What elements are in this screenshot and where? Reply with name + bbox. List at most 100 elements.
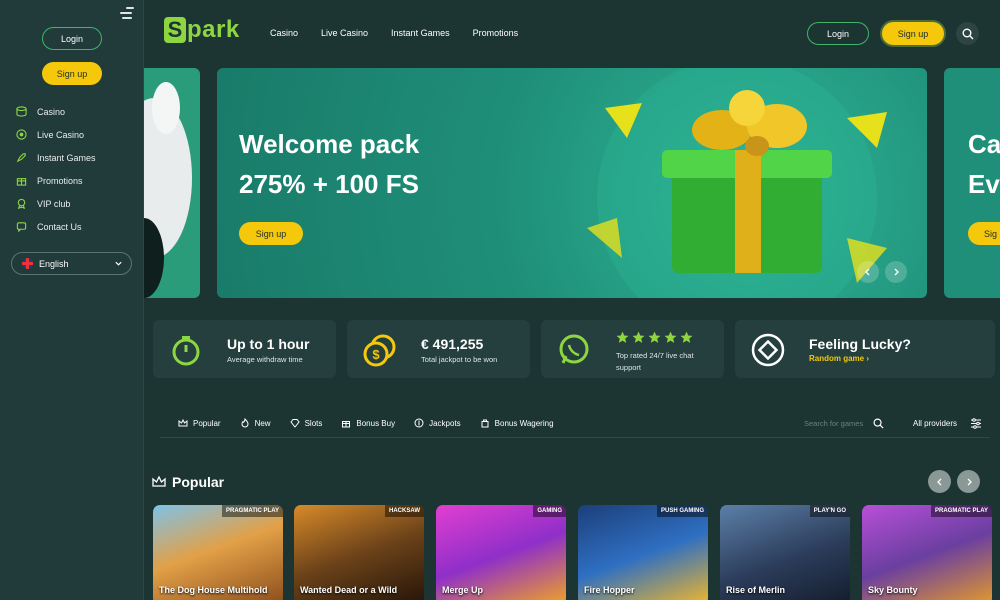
info-card-lucky[interactable]: Feeling Lucky? Random game › [735,320,995,378]
info-card-subtitle: Total jackpot to be won [421,355,498,364]
game-provider: PRAGMATIC PLAY [930,505,992,517]
popular-next-button[interactable] [957,470,980,493]
game-name: Rise of Merlin [726,585,786,595]
banner-prev-button[interactable] [857,261,879,283]
header-signup-button[interactable]: Sign up [880,20,946,47]
logo-mark: S [164,17,186,43]
tab-bonus-buy[interactable]: Bonus Buy [341,418,395,428]
language-select[interactable]: English [11,252,132,275]
info-card-subtitle: Average withdraw time [227,355,303,364]
crown-icon [152,476,166,487]
sidebar-item-label: Contact Us [37,221,82,232]
next-banner-title-line1: Ca [968,129,1000,159]
banner-signup-button[interactable]: Sign up [239,222,303,245]
tab-label: Slots [304,418,323,428]
sidebar-login-button[interactable]: Login [42,27,102,50]
section-title-label: Popular [172,474,225,490]
chevron-down-icon [115,261,122,266]
game-tile[interactable]: PLAY'N GO Rise of Merlin [720,505,850,600]
banner-title: Welcome pack 275% + 100 FS [239,124,419,204]
filter-divider [160,437,990,438]
header-search-button[interactable] [956,22,979,45]
star-icon [632,331,645,343]
sidebar-signup-button[interactable]: Sign up [42,62,102,85]
gift-icon [342,421,351,428]
banner-previous[interactable] [144,68,200,298]
chevron-right-icon [967,478,972,485]
sidebar-item-label: Instant Games [37,152,96,163]
nav-casino[interactable]: Casino [270,28,298,38]
crown-icon [178,418,188,427]
game-category-tabs: Popular New Slots Bonus Buy Jackpots Bon… [178,418,573,428]
next-banner-button[interactable]: Sig [968,222,1000,245]
character-illustration [144,82,192,298]
tab-jackpots[interactable]: Jackpots [414,418,461,428]
game-tile[interactable]: PRAGMATIC PLAY Sky Bounty [862,505,992,600]
game-search-input[interactable]: Search for games [804,419,863,428]
sidebar-item-casino[interactable]: Casino [16,100,96,123]
banner-next[interactable]: Ca Ev Sig [944,68,1000,298]
banner-title-line1: Welcome pack [239,129,420,159]
sidebar-item-label: Casino [37,106,66,117]
sidebar-item-instant-games[interactable]: Instant Games [16,146,96,169]
star-icon [648,331,661,343]
game-tile[interactable]: HACKSAW Wanted Dead or a Wild [294,505,424,600]
arrow-right-icon: › [866,354,870,363]
chevron-left-icon [865,268,870,276]
game-name: The Dog House Multihold [159,585,268,595]
tab-label: New [254,418,271,428]
info-card-withdraw: Up to 1 hour Average withdraw time [153,320,336,378]
uk-flag-icon [22,258,33,269]
tab-label: Bonus Buy [356,418,396,428]
language-label: English [39,258,69,269]
popular-prev-button[interactable] [928,470,951,493]
top-nav: Casino Live Casino Instant Games Promoti… [270,28,541,38]
tab-popular[interactable]: Popular [178,418,221,428]
star-icon [616,331,629,343]
chat-icon [16,222,27,232]
menu-collapse-icon[interactable] [120,7,134,20]
medal-icon [17,198,26,209]
banner-title-line2: 275% + 100 FS [239,169,419,199]
game-tile[interactable]: GAMING Merge Up [436,505,566,600]
banner-next-button[interactable] [885,261,907,283]
info-card-jackpot: $ € 491,255 Total jackpot to be won [347,320,530,378]
sidebar-item-contact-us[interactable]: Contact Us [16,215,96,238]
nav-instant-games[interactable]: Instant Games [391,28,450,38]
game-provider: GAMING [533,505,566,517]
flame-icon [241,418,249,428]
tab-slots[interactable]: Slots [289,418,323,428]
filter-sliders-icon[interactable] [970,418,982,429]
game-name: Sky Bounty [868,585,918,595]
tab-bonus-wagering[interactable]: Bonus Wagering [480,418,554,428]
game-provider: PUSH GAMING [656,505,708,517]
providers-filter[interactable]: All providers [913,419,957,428]
random-game-label: Random game [809,354,865,363]
bag-icon [481,419,489,428]
jackpot-icon [414,418,424,428]
game-tile[interactable]: PUSH GAMING Fire Hopper [578,505,708,600]
search-icon[interactable] [873,418,884,429]
tab-new[interactable]: New [240,418,271,428]
info-card-support: Top rated 24/7 live chat support [541,320,724,378]
nav-promotions[interactable]: Promotions [473,28,519,38]
coins-icon [16,106,27,117]
sidebar-item-promotions[interactable]: Promotions [16,169,96,192]
sidebar: Login Sign up Casino Live Casino Instant… [0,0,144,600]
logo[interactable]: S park [164,16,240,44]
chevron-right-icon [894,268,899,276]
live-icon [16,129,27,140]
whatsapp-icon [559,334,589,364]
star-icon [680,331,693,343]
tab-label: Bonus Wagering [494,418,554,428]
sidebar-item-live-casino[interactable]: Live Casino [16,123,96,146]
random-game-link[interactable]: Random game › [809,354,869,363]
nav-live-casino[interactable]: Live Casino [321,28,368,38]
sidebar-item-label: VIP club [37,198,71,209]
game-name: Wanted Dead or a Wild [300,585,398,595]
game-tile[interactable]: PRAGMATIC PLAY The Dog House Multihold [153,505,283,600]
header-login-button[interactable]: Login [807,22,869,45]
tab-label: Popular [193,418,221,428]
sidebar-item-vip-club[interactable]: VIP club [16,192,96,215]
next-banner-title: Ca Ev [968,124,1000,204]
